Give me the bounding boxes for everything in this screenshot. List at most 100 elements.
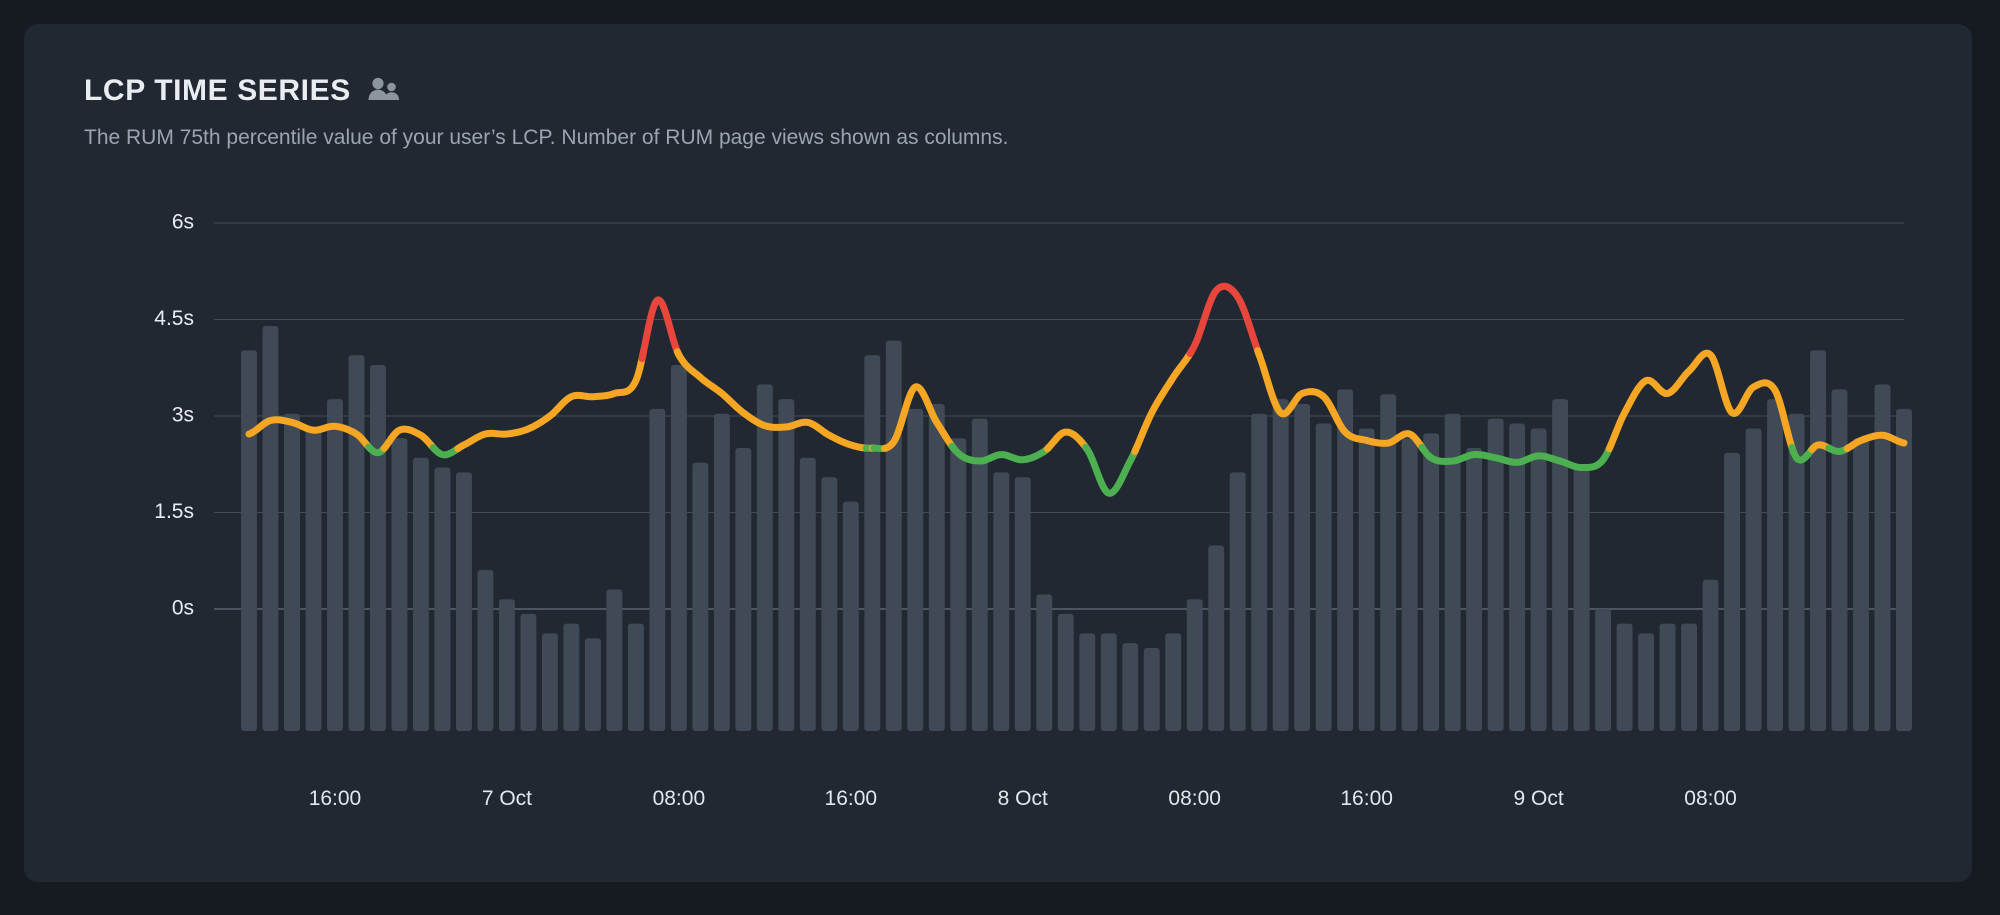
title-row: LCP TIME SERIES	[84, 74, 1008, 108]
page-views-bar[interactable]	[1057, 613, 1074, 731]
page-views-bar[interactable]	[1810, 350, 1826, 731]
page-views-bar[interactable]	[584, 638, 601, 731]
y-axis-tick: 3s	[172, 404, 194, 427]
page-views-bar[interactable]	[606, 589, 623, 731]
page-views-bar[interactable]	[434, 467, 451, 731]
x-axis-tick: 9 Oct	[1514, 787, 1564, 810]
page-views-bar[interactable]	[971, 418, 988, 731]
page-views-bar[interactable]	[1509, 423, 1526, 731]
page-views-bar[interactable]	[821, 477, 838, 731]
page-views-bar[interactable]	[370, 365, 386, 731]
page-views-bar[interactable]	[520, 613, 537, 731]
lcp-line-segment	[1605, 349, 1797, 456]
page-views-bar[interactable]	[1853, 438, 1869, 731]
page-views-bar[interactable]	[1014, 477, 1031, 731]
page-views-bar[interactable]	[498, 599, 515, 731]
page-views-bar[interactable]	[993, 472, 1010, 731]
lcp-line-segment	[1186, 282, 1263, 359]
page-views-bar[interactable]	[1122, 643, 1139, 731]
lcp-chart-svg: 6s 4.5s 3s 1.5s 0s 16:00 7 Oct 08:00 16:00 8 Oct…	[154, 211, 1912, 810]
page-views-bar[interactable]	[864, 355, 881, 731]
page-views-bar[interactable]	[1251, 413, 1268, 731]
page-views-bar[interactable]	[1487, 418, 1504, 731]
page-views-bar[interactable]	[1767, 399, 1783, 731]
page-views-bar[interactable]	[842, 501, 859, 731]
lcp-line-group	[245, 282, 1908, 497]
audience-people-icon	[367, 76, 401, 107]
page-views-bar[interactable]	[348, 355, 365, 731]
page-views-bar[interactable]	[1530, 428, 1547, 731]
page-views-bar[interactable]	[1552, 399, 1569, 731]
page-views-bar[interactable]	[1724, 452, 1741, 731]
page-views-bar[interactable]	[1315, 423, 1332, 731]
page-views-bar[interactable]	[1831, 389, 1848, 731]
lcp-line-segment	[948, 442, 1053, 465]
page-views-bar[interactable]	[541, 633, 558, 731]
x-axis-tick: 08:00	[1684, 787, 1737, 810]
page-views-bar[interactable]	[391, 438, 408, 731]
page-views-bar[interactable]	[1573, 467, 1590, 731]
page-views-bar[interactable]	[1896, 408, 1912, 731]
page-views-bar[interactable]	[563, 623, 580, 731]
page-views-bar[interactable]	[756, 384, 773, 731]
page-views-bar[interactable]	[412, 457, 429, 731]
x-axis-tick: 08:00	[653, 787, 706, 810]
page-views-bar[interactable]	[950, 438, 967, 731]
page-views-bar[interactable]	[1745, 428, 1762, 731]
lcp-time-series-card: LCP TIME SERIES The RUM 75th percentile …	[24, 24, 1972, 882]
page-title: LCP TIME SERIES	[84, 74, 351, 107]
page-views-bar[interactable]	[1143, 648, 1160, 731]
page-views-bar[interactable]	[649, 408, 666, 731]
page-views-bar[interactable]	[1595, 609, 1612, 731]
page-views-bar[interactable]	[627, 623, 644, 731]
lcp-line-segment	[1043, 428, 1091, 453]
page-views-bar[interactable]	[1702, 579, 1719, 731]
page-views-bar[interactable]	[1229, 472, 1246, 731]
x-axis-tick: 08:00	[1168, 787, 1221, 810]
page-views-bar[interactable]	[1358, 428, 1375, 731]
y-axis-tick: 1.5s	[154, 500, 194, 523]
page-views-bar[interactable]	[1423, 433, 1440, 731]
page-views-bar[interactable]	[305, 428, 322, 731]
page-views-bar[interactable]	[928, 404, 945, 731]
x-axis-tick: 16:00	[825, 787, 878, 810]
page-views-bar[interactable]	[1401, 438, 1418, 731]
page-views-bar[interactable]	[1036, 594, 1053, 731]
page-views-bar[interactable]	[799, 457, 816, 731]
page-views-bar[interactable]	[1466, 447, 1483, 731]
page-views-bar[interactable]	[1294, 404, 1311, 731]
y-axis-tick: 0s	[172, 597, 194, 620]
page-views-bar[interactable]	[1638, 633, 1655, 731]
page-views-bar[interactable]	[670, 365, 687, 731]
page-views-bar[interactable]	[1186, 599, 1203, 731]
page-views-bar[interactable]	[1272, 399, 1289, 731]
lcp-line-segment	[638, 296, 683, 363]
x-axis-tick: 16:00	[309, 787, 362, 810]
page-views-bar[interactable]	[1165, 633, 1182, 731]
page-views-bar[interactable]	[477, 569, 494, 731]
page-views-bar[interactable]	[713, 413, 730, 731]
page-views-bar[interactable]	[327, 399, 343, 731]
page-views-bar[interactable]	[692, 462, 709, 731]
page-views-bar[interactable]	[1100, 633, 1117, 731]
lcp-line-segment	[1082, 443, 1140, 497]
page-views-bar[interactable]	[262, 325, 279, 731]
x-axis-tick: 7 Oct	[482, 787, 532, 810]
page-views-bar[interactable]	[1616, 623, 1633, 731]
y-axis-ticks-group: 6s 4.5s 3s 1.5s 0s	[154, 211, 194, 620]
page-views-bar[interactable]	[241, 350, 257, 731]
page-views-bar[interactable]	[1079, 633, 1096, 731]
x-axis-ticks-group: 16:00 7 Oct 08:00 16:00 8 Oct 08:00 16:00 9 Oct…	[309, 787, 1737, 810]
page-views-bar[interactable]	[778, 399, 795, 731]
page-views-bar[interactable]	[735, 447, 752, 731]
lcp-line-segment	[1131, 347, 1196, 456]
page-views-bar[interactable]	[885, 340, 902, 731]
card-header: LCP TIME SERIES The RUM 75th percentile …	[84, 74, 1008, 150]
page-views-bar[interactable]	[1659, 623, 1676, 731]
page-views-bar[interactable]	[1208, 545, 1225, 731]
page-views-bar[interactable]	[1337, 389, 1354, 731]
page-views-bar[interactable]	[284, 413, 300, 731]
page-views-bar[interactable]	[455, 472, 472, 731]
page-views-bar[interactable]	[1681, 623, 1698, 731]
page-views-bar[interactable]	[907, 408, 924, 731]
